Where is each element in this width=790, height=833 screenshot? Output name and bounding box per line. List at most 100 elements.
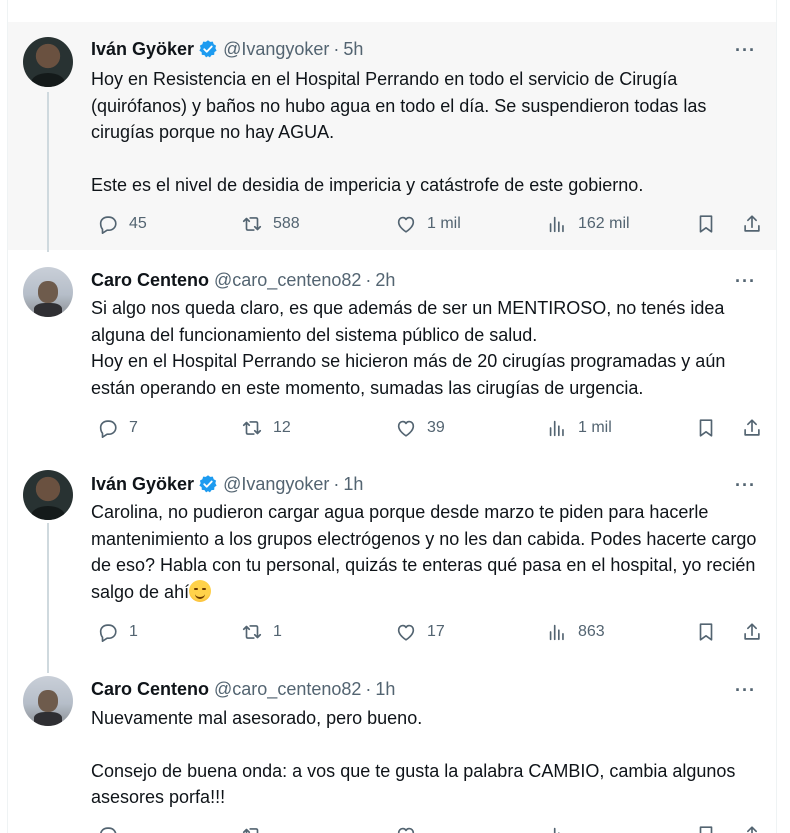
share-icon <box>741 621 763 643</box>
tweet-paragraph: Hoy en el Hospital Perrando se hicieron … <box>91 351 726 398</box>
tweet-text: Nuevamente mal asesorado, pero bueno. Co… <box>91 705 761 811</box>
avatar[interactable] <box>23 37 73 87</box>
share-button[interactable] <box>741 417 763 439</box>
more-icon[interactable]: ··· <box>735 680 756 700</box>
views-icon <box>546 213 568 235</box>
views-count: 1 mil <box>578 419 612 436</box>
share-button[interactable] <box>741 213 763 235</box>
reply-icon <box>97 213 119 235</box>
tweet-paragraph: Si algo nos queda claro, es que además d… <box>91 298 725 345</box>
author-name[interactable]: Iván Gyöker <box>91 473 194 495</box>
reply-button[interactable] <box>97 824 129 833</box>
reply-button[interactable]: 1 <box>97 621 138 643</box>
author-handle[interactable]: @Ivangyoker <box>223 473 329 495</box>
like-icon <box>395 824 417 833</box>
like-button[interactable]: 1 mil <box>395 213 461 235</box>
tweet-actions: 1 1 17 863 <box>91 621 771 645</box>
share-icon <box>741 824 763 833</box>
more-icon[interactable]: ··· <box>735 475 756 495</box>
retweet-button[interactable]: 12 <box>241 417 291 439</box>
views-button[interactable]: 1 mil <box>546 417 612 439</box>
tweet-actions: 45 588 1 mil 162 mil <box>91 213 771 237</box>
author-handle[interactable]: @Ivangyoker <box>223 38 329 60</box>
views-count: 863 <box>578 623 605 640</box>
tweet[interactable]: Caro Centeno @caro_centeno82 · 1h ··· Nu… <box>8 663 776 833</box>
verified-badge-icon <box>198 39 218 59</box>
retweet-button[interactable]: 588 <box>241 213 300 235</box>
smiling-face-emoji-icon <box>189 579 212 602</box>
views-icon <box>546 824 568 833</box>
timestamp[interactable]: 1h <box>375 678 395 700</box>
more-icon[interactable]: ··· <box>735 271 756 291</box>
tweet-paragraph: Este es el nivel de desidia de impericia… <box>91 174 644 195</box>
reply-button[interactable]: 7 <box>97 417 138 439</box>
like-button[interactable]: 17 <box>395 621 445 643</box>
tweet-actions <box>91 824 771 833</box>
avatar[interactable] <box>23 470 73 520</box>
views-button[interactable] <box>546 824 578 833</box>
tweet[interactable]: Iván Gyöker @Ivangyoker · 1h ··· Carolin… <box>8 455 776 673</box>
retweet-icon <box>241 417 263 439</box>
author-handle[interactable]: @caro_centeno82 <box>214 678 361 700</box>
like-icon <box>395 621 417 643</box>
timestamp[interactable]: 1h <box>343 473 363 495</box>
separator-dot: · <box>365 270 372 290</box>
tweet-paragraph: Nuevamente mal asesorado, pero bueno. <box>91 708 423 728</box>
tweet-text: Hoy en Resistencia en el Hospital Perran… <box>91 66 761 198</box>
like-count: 17 <box>427 623 445 640</box>
tweet-paragraph: Hoy en Resistencia en el Hospital Perran… <box>91 69 707 142</box>
tweet[interactable]: Caro Centeno @caro_centeno82 · 2h ··· Si… <box>8 250 776 455</box>
reply-button[interactable]: 45 <box>97 213 147 235</box>
share-icon <box>741 417 763 439</box>
thread-line <box>47 523 49 673</box>
verified-badge-icon <box>198 474 218 494</box>
bookmark-button[interactable] <box>695 213 717 235</box>
timestamp[interactable]: 5h <box>343 38 363 60</box>
separator-dot: · <box>333 474 340 494</box>
author-name[interactable]: Iván Gyöker <box>91 38 194 60</box>
reply-icon <box>97 417 119 439</box>
avatar[interactable] <box>23 267 73 317</box>
reply-icon <box>97 621 119 643</box>
tweet-actions: 7 12 39 1 mil <box>91 417 771 441</box>
author-name[interactable]: Caro Centeno <box>91 269 209 291</box>
reply-icon <box>97 824 119 833</box>
retweet-icon <box>241 621 263 643</box>
share-button[interactable] <box>741 621 763 643</box>
retweet-button[interactable] <box>241 824 273 833</box>
tweet[interactable]: Iván Gyöker @Ivangyoker · 5h ··· Hoy en … <box>8 22 776 252</box>
retweet-count: 12 <box>273 419 291 436</box>
tweet-paragraph: Consejo de buena onda: a vos que te gust… <box>91 760 736 808</box>
bookmark-icon <box>695 213 717 235</box>
separator-dot: · <box>333 39 340 59</box>
share-button[interactable] <box>741 824 763 833</box>
like-icon <box>395 417 417 439</box>
bookmark-button[interactable] <box>695 621 717 643</box>
bookmark-button[interactable] <box>695 417 717 439</box>
retweet-count: 588 <box>273 215 300 232</box>
views-button[interactable]: 863 <box>546 621 605 643</box>
author-name[interactable]: Caro Centeno <box>91 678 209 700</box>
views-icon <box>546 417 568 439</box>
timeline: Iván Gyöker @Ivangyoker · 5h ··· Hoy en … <box>7 0 777 833</box>
tweet-text: Si algo nos queda claro, es que además d… <box>91 295 761 401</box>
reply-count: 7 <box>129 419 138 436</box>
bookmark-button[interactable] <box>695 824 717 833</box>
share-icon <box>741 213 763 235</box>
like-button[interactable]: 39 <box>395 417 445 439</box>
avatar[interactable] <box>23 676 73 726</box>
reply-count: 45 <box>129 215 147 232</box>
retweet-button[interactable]: 1 <box>241 621 282 643</box>
author-handle[interactable]: @caro_centeno82 <box>214 269 361 291</box>
like-button[interactable] <box>395 824 427 833</box>
bookmark-icon <box>695 824 717 833</box>
reply-count: 1 <box>129 623 138 640</box>
retweet-icon <box>241 213 263 235</box>
timestamp[interactable]: 2h <box>375 269 395 291</box>
like-icon <box>395 213 417 235</box>
views-icon <box>546 621 568 643</box>
views-button[interactable]: 162 mil <box>546 213 630 235</box>
thread-line <box>47 92 49 252</box>
like-count: 39 <box>427 419 445 436</box>
more-icon[interactable]: ··· <box>735 40 756 60</box>
